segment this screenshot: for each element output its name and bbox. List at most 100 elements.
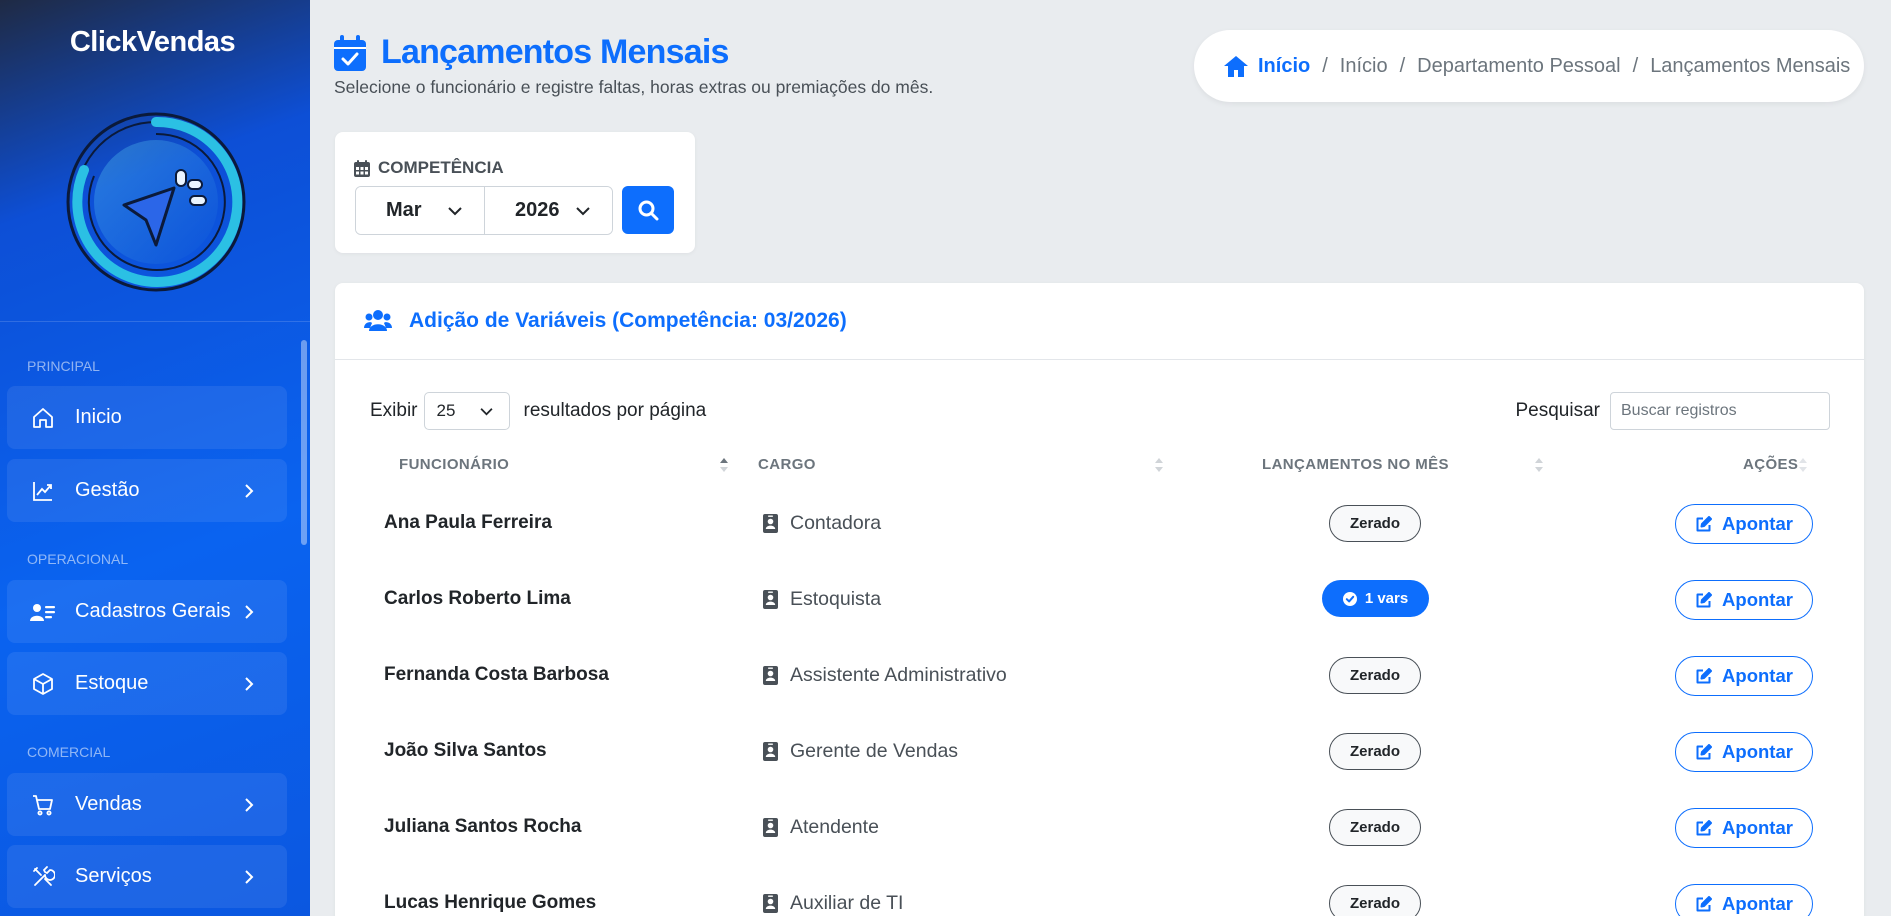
sidebar-item-servicos[interactable]: Serviços bbox=[7, 845, 287, 908]
year-select[interactable]: 2026 bbox=[484, 187, 612, 234]
table-controls: Exibir 25 resultados por página Pesquisa… bbox=[370, 391, 1830, 431]
year-select-value: 2026 bbox=[515, 199, 560, 221]
chevron-right-icon bbox=[245, 604, 254, 619]
chevron-right-icon bbox=[245, 483, 254, 498]
status-badge: Zerado bbox=[1329, 885, 1421, 916]
length-suffix: resultados por página bbox=[523, 400, 707, 421]
edit-icon bbox=[1696, 819, 1713, 835]
table-row: Carlos Roberto Lima Estoquista 1 vars Apont… bbox=[335, 561, 1864, 637]
sort-icon bbox=[1535, 458, 1543, 472]
length-prefix: Exibir bbox=[370, 400, 418, 421]
sidebar-item-label: Cadastros Gerais bbox=[75, 600, 231, 622]
search-label: Pesquisar bbox=[1515, 400, 1601, 421]
section-label-operacional: OPERACIONAL bbox=[27, 551, 129, 567]
table-row: Juliana Santos Rocha Atendente Zerado Apont… bbox=[335, 789, 1864, 865]
page-header: Lançamentos Mensais Selecione o funcioná… bbox=[334, 33, 933, 98]
card-title: Adição de Variáveis (Competência: 03/202… bbox=[409, 309, 847, 332]
section-label-comercial: COMERCIAL bbox=[27, 744, 111, 760]
status-badge: 1 vars bbox=[1322, 580, 1429, 617]
competencia-selects: Mar 2026 bbox=[355, 186, 613, 235]
id-badge-icon bbox=[763, 589, 778, 609]
sidebar-scrollbar-thumb[interactable] bbox=[301, 340, 307, 545]
month-select-value: Mar bbox=[386, 199, 422, 221]
cart-icon bbox=[30, 792, 56, 818]
sidebar-item-cadastros-gerais[interactable]: Cadastros Gerais bbox=[7, 580, 287, 643]
apontar-button[interactable]: Apontar bbox=[1675, 884, 1813, 916]
employee-cargo: Gerente de Vendas bbox=[763, 713, 958, 789]
id-badge-icon bbox=[763, 513, 778, 533]
edit-icon bbox=[1696, 667, 1713, 683]
sort-asc-icon bbox=[720, 458, 728, 472]
page-title: Lançamentos Mensais bbox=[334, 33, 933, 72]
home-icon bbox=[30, 405, 56, 431]
id-badge-icon bbox=[763, 665, 778, 685]
id-badge-icon bbox=[763, 741, 778, 761]
breadcrumb-item-departamento-pessoal[interactable]: Departamento Pessoal bbox=[1417, 55, 1620, 78]
apontar-button[interactable]: Apontar bbox=[1675, 580, 1813, 620]
month-select[interactable]: Mar bbox=[356, 187, 484, 234]
sidebar-item-gestao[interactable]: Gestão bbox=[7, 459, 287, 522]
box-icon bbox=[30, 671, 56, 697]
chevron-right-icon bbox=[245, 797, 254, 812]
table-row: Ana Paula Ferreira Contadora Zerado Apontar bbox=[335, 485, 1864, 561]
section-label-principal: PRINCIPAL bbox=[27, 358, 100, 374]
sidebar-item-inicio[interactable]: Inicio bbox=[7, 386, 287, 449]
employee-name: Lucas Henrique Gomes bbox=[384, 892, 597, 913]
employee-name: Ana Paula Ferreira bbox=[384, 512, 552, 533]
breadcrumb-item-inicio[interactable]: Início bbox=[1340, 55, 1388, 78]
sort-icon bbox=[1155, 458, 1163, 472]
chevron-right-icon bbox=[245, 869, 254, 884]
chevron-down-icon bbox=[479, 407, 493, 415]
apontar-button[interactable]: Apontar bbox=[1675, 808, 1813, 848]
id-badge-icon bbox=[763, 893, 778, 913]
employee-name: Fernanda Costa Barbosa bbox=[384, 664, 609, 685]
employee-name: João Silva Santos bbox=[384, 740, 547, 761]
search-input[interactable] bbox=[1610, 392, 1830, 430]
variables-card: Adição de Variáveis (Competência: 03/202… bbox=[335, 283, 1864, 916]
sidebar: ClickVendas PRINCIPAL Inicio Gestão OPER… bbox=[0, 0, 310, 916]
column-header-acoes[interactable]: AÇÕES bbox=[1743, 443, 1798, 485]
employee-cargo: Estoquista bbox=[763, 561, 881, 637]
status-badge: Zerado bbox=[1329, 809, 1421, 846]
brand-name: ClickVendas bbox=[69, 26, 236, 58]
employee-cargo: Contadora bbox=[763, 485, 881, 561]
column-header-funcionario[interactable]: FUNCIONÁRIO bbox=[399, 443, 509, 485]
chevron-right-icon bbox=[245, 676, 254, 691]
id-card-icon bbox=[30, 599, 56, 625]
competencia-label: COMPETÊNCIA bbox=[354, 158, 504, 178]
edit-icon bbox=[1696, 743, 1713, 759]
employee-cargo: Assistente Administrativo bbox=[763, 637, 1007, 713]
status-badge: Zerado bbox=[1329, 733, 1421, 770]
column-header-cargo[interactable]: CARGO bbox=[758, 443, 816, 485]
employee-cargo: Auxiliar de TI bbox=[763, 865, 903, 916]
sidebar-item-label: Inicio bbox=[75, 406, 122, 428]
table-row: Fernanda Costa Barbosa Assistente Adminis… bbox=[335, 637, 1864, 713]
tools-icon bbox=[30, 864, 56, 890]
sidebar-item-estoque[interactable]: Estoque bbox=[7, 652, 287, 715]
breadcrumb-separator: / bbox=[1322, 54, 1328, 77]
status-badge: Zerado bbox=[1329, 657, 1421, 694]
page-length-select[interactable]: 25 bbox=[423, 392, 510, 430]
users-icon bbox=[364, 310, 392, 331]
sidebar-item-label: Vendas bbox=[75, 793, 142, 815]
table-row: João Silva Santos Gerente de Vendas Zerado… bbox=[335, 713, 1864, 789]
apontar-button[interactable]: Apontar bbox=[1675, 504, 1813, 544]
apontar-button[interactable]: Apontar bbox=[1675, 732, 1813, 772]
apontar-button[interactable]: Apontar bbox=[1675, 656, 1813, 696]
breadcrumb-separator: / bbox=[1399, 54, 1406, 77]
employee-name: Juliana Santos Rocha bbox=[384, 816, 582, 837]
page-length-value: 25 bbox=[436, 401, 456, 420]
employee-name: Carlos Roberto Lima bbox=[384, 588, 571, 609]
sort-icon bbox=[1799, 458, 1807, 472]
chevron-down-icon bbox=[448, 206, 462, 215]
competencia-search-button[interactable] bbox=[622, 186, 674, 234]
competencia-card: COMPETÊNCIA Mar 2026 bbox=[335, 132, 695, 253]
status-badge: Zerado bbox=[1329, 505, 1421, 542]
page-subtitle: Selecione o funcionário e registre falta… bbox=[334, 77, 934, 97]
search-icon bbox=[638, 200, 658, 220]
breadcrumb-home[interactable]: Início bbox=[1224, 55, 1310, 78]
sidebar-item-vendas[interactable]: Vendas bbox=[7, 773, 287, 836]
card-header: Adição de Variáveis (Competência: 03/202… bbox=[335, 283, 1864, 360]
brand-area: ClickVendas bbox=[0, 0, 310, 322]
column-header-lancamentos[interactable]: LANÇAMENTOS NO MÊS bbox=[1262, 443, 1449, 485]
